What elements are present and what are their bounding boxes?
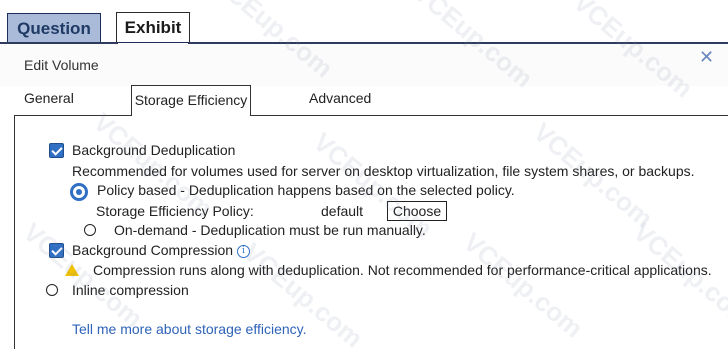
policy-based-radio[interactable]: [70, 183, 88, 201]
dedup-description: Recommended for volumes used for server …: [72, 163, 695, 179]
exhibit-tab-bar: Question Exhibit: [0, 0, 728, 44]
tab-panel-border: [14, 115, 728, 116]
on-demand-label: On-demand - Deduplication must be run ma…: [114, 222, 426, 238]
warning-icon: [65, 264, 79, 276]
close-icon[interactable]: ✕: [699, 48, 714, 66]
on-demand-radio[interactable]: [84, 224, 96, 236]
tab-exhibit[interactable]: Exhibit: [116, 12, 190, 44]
background-compression-label: Background Compression: [72, 242, 234, 258]
tab-general[interactable]: General: [24, 90, 74, 106]
tab-storage-efficiency[interactable]: Storage Efficiency: [131, 85, 251, 115]
policy-based-label: Policy based - Deduplication happens bas…: [97, 182, 515, 198]
panel-left-border: [14, 115, 15, 349]
background-dedup-label: Background Deduplication: [72, 142, 236, 158]
storage-efficiency-policy-value: default: [321, 203, 364, 219]
watermark-text: VCEup.com: [457, 226, 589, 344]
active-tab-gap: [132, 115, 250, 117]
dialog-title: Edit Volume: [24, 57, 99, 73]
info-icon[interactable]: i: [237, 245, 250, 258]
background-dedup-checkbox[interactable]: [49, 143, 64, 158]
choose-policy-button[interactable]: Choose: [387, 201, 447, 221]
inline-compression-radio[interactable]: [46, 284, 58, 296]
tab-question[interactable]: Question: [7, 13, 101, 44]
compression-warning-text: Compression runs along with deduplicatio…: [93, 262, 712, 278]
storage-efficiency-help-link[interactable]: Tell me more about storage efficiency.: [72, 321, 307, 337]
dialog-header: [0, 44, 728, 86]
storage-efficiency-policy-label: Storage Efficiency Policy:: [96, 203, 254, 219]
background-compression-checkbox[interactable]: [49, 243, 64, 258]
inline-compression-label: Inline compression: [72, 282, 189, 298]
tab-advanced[interactable]: Advanced: [309, 90, 371, 106]
